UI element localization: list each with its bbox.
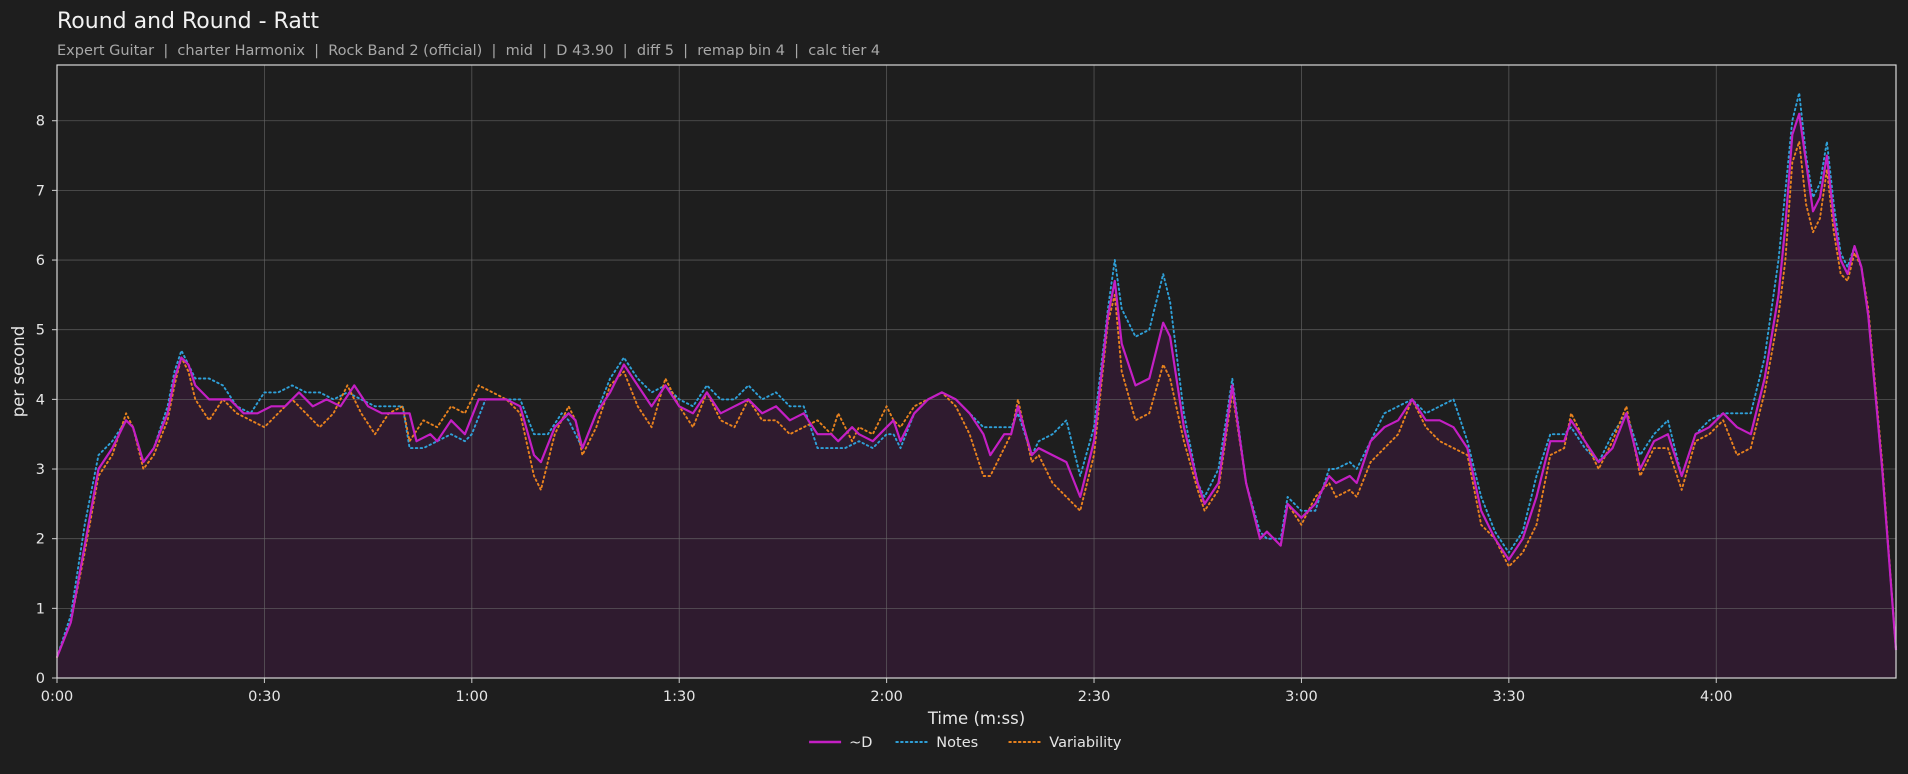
- x-tick-label: 3:30: [1493, 689, 1526, 705]
- y-tick-label: 0: [36, 671, 45, 687]
- y-tick-label: 6: [36, 253, 45, 269]
- x-tick-label: 2:30: [1078, 689, 1111, 705]
- x-tick-label: 4:00: [1700, 689, 1733, 705]
- chart: Round and Round - Ratt Expert Guitar | c…: [9, 9, 1898, 751]
- legend-label: ~D: [849, 735, 872, 751]
- y-tick-label: 5: [36, 323, 45, 339]
- y-tick-label: 4: [36, 392, 45, 408]
- legend: ~D Notes Variability: [809, 735, 1122, 751]
- legend-label: Variability: [1049, 735, 1122, 751]
- chart-subtitle: Expert Guitar | charter Harmonix | Rock …: [57, 43, 880, 59]
- y-tick-label: 2: [36, 532, 45, 548]
- y-tick-label: 3: [36, 462, 45, 478]
- plot-area: [55, 64, 1898, 679]
- y-axis: 0 1 2 3 4 5 6 7 8: [36, 114, 57, 687]
- chart-title: Round and Round - Ratt: [57, 9, 319, 34]
- y-tick-label: 8: [36, 114, 45, 130]
- x-tick-label: 2:00: [870, 689, 903, 705]
- x-axis: 0:00 0:30 1:00 1:30 2:00 2:30 3:00 3:30 4:00: [41, 678, 1733, 705]
- legend-item: Variability: [1008, 735, 1122, 751]
- legend-item: Notes: [895, 735, 978, 751]
- legend-item: ~D: [809, 735, 872, 751]
- x-tick-label: 1:00: [456, 689, 489, 705]
- y-axis-label: per second: [9, 326, 28, 418]
- x-tick-label: 1:30: [663, 689, 696, 705]
- x-tick-label: 0:30: [248, 689, 281, 705]
- y-tick-label: 1: [36, 601, 45, 617]
- x-tick-label: 0:00: [41, 689, 74, 705]
- legend-label: Notes: [936, 735, 978, 751]
- y-tick-label: 7: [36, 183, 45, 199]
- x-axis-label: Time (m:ss): [927, 709, 1025, 728]
- x-tick-label: 3:00: [1285, 689, 1318, 705]
